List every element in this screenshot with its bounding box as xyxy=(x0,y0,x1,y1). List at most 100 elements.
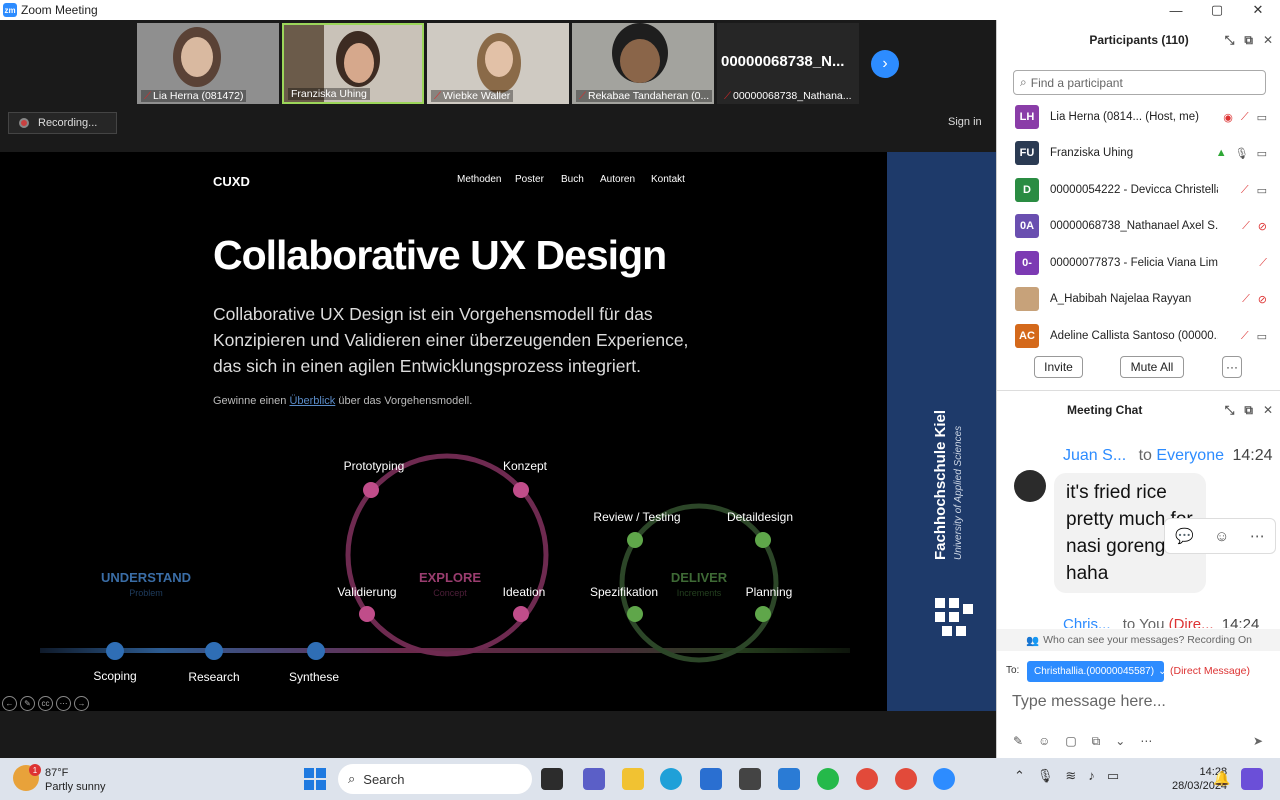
store-icon[interactable] xyxy=(700,768,722,790)
battery-icon[interactable]: ▭ xyxy=(1107,768,1119,784)
participant-row[interactable]: LH Lia Herna (0814... (Host, me) ◉ ⟋ ▭ xyxy=(1015,103,1275,131)
window-title: Zoom Meeting xyxy=(21,3,98,17)
dot-scoping xyxy=(106,642,124,660)
mic-muted-icon[interactable]: ⟋ xyxy=(1242,220,1250,233)
emoji-react-icon[interactable]: ☺ xyxy=(1214,528,1229,545)
participant-face xyxy=(181,37,213,77)
format-icon[interactable]: ✎ xyxy=(1013,734,1023,749)
more-icon[interactable]: ⋯ xyxy=(56,696,71,711)
dot-spezifikation xyxy=(627,606,643,622)
reply-icon[interactable]: 💬 xyxy=(1175,527,1194,545)
popout-icon[interactable]: ⧉ xyxy=(1244,33,1253,48)
chevron-down-icon[interactable]: ⌄ xyxy=(1115,734,1125,749)
pen-icon[interactable]: ✎ xyxy=(20,696,35,711)
chat-sender[interactable]: Juan S... xyxy=(1063,447,1126,464)
video-off-icon[interactable]: ⊘ xyxy=(1258,220,1267,233)
video-tile-wiebke[interactable]: ⟋ Wiebke Waller xyxy=(427,23,569,104)
video-icon[interactable]: ▭ xyxy=(1257,111,1267,124)
participant-row[interactable]: D 00000054222 - Devicca Christella ⟋ ▭ xyxy=(1015,176,1275,204)
task-view-icon[interactable] xyxy=(541,768,563,790)
minimize-button[interactable]: — xyxy=(1156,0,1196,20)
zoom-icon[interactable] xyxy=(933,768,955,790)
maximize-button[interactable]: ▢ xyxy=(1197,0,1237,20)
g-app-icon[interactable] xyxy=(739,768,761,790)
caption-icon[interactable]: cc xyxy=(38,696,53,711)
whatsapp-icon[interactable] xyxy=(817,768,839,790)
dot-research xyxy=(205,642,223,660)
close-icon[interactable]: ✕ xyxy=(1263,403,1273,418)
chevron-up-icon[interactable]: ⌃ xyxy=(1014,768,1025,784)
weather-widget[interactable]: 87°F Partly sunny xyxy=(45,766,106,794)
recipient-dropdown[interactable]: Christhallia.(00000045587) ⌄ xyxy=(1027,661,1166,682)
university-sidebar: Fachhochschule Kiel University of Applie… xyxy=(887,152,996,711)
video-icon[interactable]: ▭ xyxy=(1257,147,1267,160)
timeline-synthese: Synthese xyxy=(289,670,339,684)
more-options-button[interactable]: ··· xyxy=(1222,356,1242,378)
step-detaildesign: Detaildesign xyxy=(727,510,793,524)
tile-name: 00000068738_Nathana... xyxy=(733,90,852,102)
mic-muted-icon[interactable]: ⟋ xyxy=(1242,293,1250,306)
mail-icon[interactable] xyxy=(778,768,800,790)
wifi-icon[interactable]: ≋ xyxy=(1065,768,1076,784)
participant-row[interactable]: 0A 00000068738_Nathanael Axel S... ⟋ ⊘ xyxy=(1015,212,1275,240)
mic-icon[interactable]: 🎙 xyxy=(1037,768,1054,784)
copilot-icon[interactable] xyxy=(1241,768,1263,790)
direct-message-label: (Direct Message) xyxy=(1170,665,1250,677)
video-icon[interactable]: ▭ xyxy=(1257,184,1267,197)
phase-explore-sub: Concept xyxy=(433,588,467,598)
invite-button[interactable]: Invite xyxy=(1034,356,1083,378)
taskbar-search[interactable]: ⌕ Search xyxy=(338,764,532,794)
mic-muted-icon[interactable]: ⟋ xyxy=(1241,184,1249,197)
mic-muted-icon[interactable]: ⟋ xyxy=(1241,330,1249,343)
emoji-icon[interactable]: ☺ xyxy=(1038,734,1050,749)
close-icon[interactable]: ✕ xyxy=(1263,33,1273,48)
video-off-icon[interactable]: ⊘ xyxy=(1258,293,1267,306)
chrome-profile-icon[interactable] xyxy=(895,768,917,790)
file-icon[interactable]: ▢ xyxy=(1065,734,1076,749)
mic-muted-icon[interactable]: ⟋ xyxy=(1241,111,1249,124)
notification-bell-icon[interactable]: 🔔 xyxy=(1213,770,1230,787)
teams-icon[interactable] xyxy=(583,768,605,790)
participant-name: Franziska Uhing xyxy=(1050,147,1134,159)
chat-recipient: Everyone xyxy=(1156,447,1224,464)
recording-indicator[interactable]: Recording... xyxy=(8,112,117,134)
close-window-button[interactable]: ✕ xyxy=(1238,0,1278,20)
participant-row[interactable]: AC Adeline Callista Santoso (00000... ⟋ ▭ xyxy=(1015,322,1275,350)
collapse-icon[interactable]: ⤡ xyxy=(1225,403,1235,418)
participant-search-input[interactable]: ⌕ Find a participant xyxy=(1013,70,1266,95)
collapse-icon[interactable]: ⤡ xyxy=(1225,33,1235,48)
chat-visibility-notice[interactable]: 👥 Who can see your messages? Recording O… xyxy=(997,629,1280,651)
more-icon[interactable]: ⋯ xyxy=(1250,527,1265,545)
next-page-button[interactable]: › xyxy=(871,50,899,78)
file-explorer-icon[interactable] xyxy=(622,768,644,790)
chat-input[interactable]: Type message here... xyxy=(1012,693,1166,711)
participant-row[interactable]: A_Habibah Najelaa Rayyan ⟋ ⊘ xyxy=(1015,285,1275,313)
phase-explore: EXPLORE xyxy=(419,570,481,585)
video-tile-lia[interactable]: ⟋ Lia Herna (081472) xyxy=(137,23,279,104)
chrome-icon[interactable] xyxy=(856,768,878,790)
video-tile-franziska[interactable]: Franziska Uhing xyxy=(282,23,424,104)
send-icon[interactable]: ➤ xyxy=(1253,734,1263,748)
participant-row[interactable]: FU Franziska Uhing ▲ 🎙 ▭ xyxy=(1015,139,1275,167)
back-icon[interactable]: ← xyxy=(2,696,17,711)
volume-icon[interactable]: ♪ xyxy=(1088,768,1095,784)
mic-muted-icon: ⟋ xyxy=(434,91,441,102)
video-tile-nathanael[interactable]: 00000068738_N... ⟋ 00000068738_Nathana... xyxy=(717,23,859,104)
forward-icon[interactable]: → xyxy=(74,696,89,711)
chevron-right-icon: › xyxy=(882,55,888,72)
video-icon[interactable]: ▭ xyxy=(1257,330,1267,343)
screenshot-icon[interactable]: ⧉ xyxy=(1092,734,1101,749)
edge-icon[interactable] xyxy=(660,768,682,790)
participant-row[interactable]: 0- 00000077873 - Felicia Viana Lim ⟋ xyxy=(1015,249,1275,277)
mic-icon[interactable]: 🎙 xyxy=(1235,147,1249,160)
more-icon[interactable]: ⋯ xyxy=(1140,734,1152,749)
mic-muted-icon[interactable]: ⟋ xyxy=(1259,257,1267,270)
avatar: LH xyxy=(1015,105,1039,129)
sign-in-link[interactable]: Sign in xyxy=(948,116,982,128)
popout-icon[interactable]: ⧉ xyxy=(1244,403,1253,418)
mute-all-button[interactable]: Mute All xyxy=(1120,356,1184,378)
tile-name: Lia Herna (081472) xyxy=(153,90,244,102)
start-icon[interactable] xyxy=(304,768,326,790)
mic-muted-icon: ⟋ xyxy=(579,91,586,102)
video-tile-rekabae[interactable]: ⟋ Rekabae Tandaheran (0... xyxy=(572,23,714,104)
